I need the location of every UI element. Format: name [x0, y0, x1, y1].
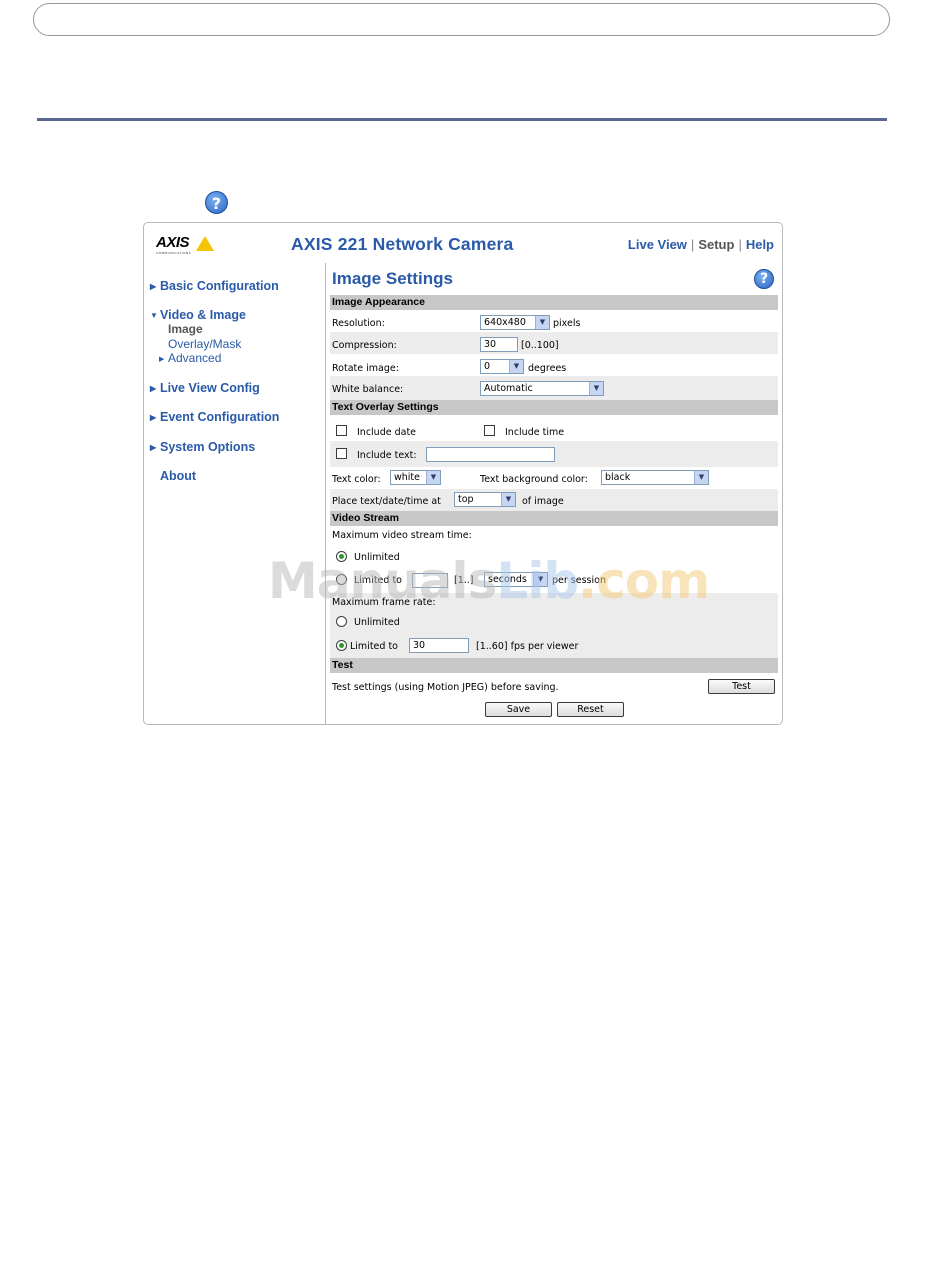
section-video-stream: Video Stream — [330, 511, 778, 526]
row-rotate: Rotate image: 0 ▼ degrees — [332, 359, 567, 374]
camera-web-page: AXIS COMMUNICATIONS AXIS 221 Network Cam… — [143, 222, 783, 725]
row-white-balance: White balance: Automatic ▼ — [330, 376, 778, 400]
sidebar-item-system-options[interactable]: ▶ System Options — [150, 440, 255, 454]
sidebar-item-advanced[interactable]: ▶ Advanced — [159, 351, 221, 365]
compression-input[interactable]: 30 — [480, 337, 518, 352]
test-button[interactable]: Test — [708, 679, 775, 694]
row-test: Test settings (using Motion JPEG) before… — [330, 673, 778, 723]
chevron-down-icon: ▼ — [589, 382, 603, 395]
frame-rate-input[interactable]: 30 — [409, 638, 469, 653]
watermark: ManualsLib.com — [268, 552, 710, 610]
chevron-down-icon: ▼ — [426, 471, 440, 484]
frame-rate-limited-radio[interactable] — [336, 640, 347, 651]
row-text-position: Place text/date/time at top ▼ of image — [330, 489, 778, 511]
caret-right-icon: ▶ — [150, 384, 157, 393]
section-text-overlay: Text Overlay Settings — [330, 400, 778, 415]
sidebar-item-event-configuration[interactable]: ▶ Event Configuration — [150, 410, 279, 424]
resolution-select[interactable]: 640x480 ▼ — [480, 315, 550, 330]
help-icon[interactable]: ? — [754, 269, 774, 289]
sidebar-item-basic-configuration[interactable]: ▶ Basic Configuration — [150, 279, 279, 293]
include-text-checkbox[interactable] — [336, 448, 347, 459]
image-settings-panel: Image Settings ? Image Appearance Resolu… — [330, 263, 778, 724]
text-color-select[interactable]: white ▼ — [390, 470, 441, 485]
row-include-text: Include text: — [330, 441, 778, 467]
caret-right-icon: ▶ — [159, 356, 165, 363]
rotate-select[interactable]: 0 ▼ — [480, 359, 524, 374]
chevron-down-icon: ▼ — [509, 360, 523, 373]
caret-down-icon: ▼ — [150, 311, 158, 320]
reset-button[interactable]: Reset — [557, 702, 624, 717]
top-nav: Live View | Setup | Help — [627, 237, 774, 252]
caret-right-icon: ▶ — [150, 413, 157, 422]
text-position-select[interactable]: top ▼ — [454, 492, 516, 507]
sidebar-item-live-view-config[interactable]: ▶ Live View Config — [150, 381, 260, 395]
header-rule — [37, 118, 887, 121]
sidebar-item-video-image[interactable]: ▼ Video & Image — [150, 308, 246, 322]
nav-setup[interactable]: Setup — [698, 237, 734, 252]
overlay-text-input[interactable] — [426, 447, 555, 462]
page-title: Image Settings — [332, 269, 453, 288]
setup-sidebar: ▶ Basic Configuration ▼ Video & Image Imag… — [144, 263, 326, 724]
section-image-appearance: Image Appearance — [330, 295, 778, 310]
section-test: Test — [330, 658, 778, 673]
text-background-color-select[interactable]: black ▼ — [601, 470, 709, 485]
axis-logo: AXIS COMMUNICATIONS — [156, 234, 216, 258]
frame-rate-unlimited-radio[interactable] — [336, 616, 347, 627]
caret-right-icon: ▶ — [150, 282, 157, 291]
top-banner — [33, 3, 890, 36]
chevron-down-icon: ▼ — [501, 493, 515, 506]
row-include-date-time: Include date Include time — [330, 415, 778, 439]
page-header: AXIS COMMUNICATIONS AXIS 221 Network Cam… — [144, 223, 782, 263]
nav-help[interactable]: Help — [746, 237, 774, 252]
row-text-colors: Text color: white ▼ Text background color… — [330, 467, 778, 489]
row-resolution: Resolution: 640x480 ▼ pixels — [332, 315, 581, 330]
include-date-checkbox[interactable] — [336, 425, 347, 436]
camera-title: AXIS 221 Network Camera — [291, 234, 514, 254]
sidebar-item-image[interactable]: Image — [168, 322, 203, 336]
caret-right-icon: ▶ — [150, 443, 157, 452]
white-balance-select[interactable]: Automatic ▼ — [480, 381, 604, 396]
help-icon: ? — [205, 191, 228, 214]
sidebar-item-about[interactable]: About — [150, 469, 196, 483]
include-time-checkbox[interactable] — [484, 425, 495, 436]
save-button[interactable]: Save — [485, 702, 552, 717]
sidebar-item-overlay-mask[interactable]: Overlay/Mask — [168, 337, 241, 351]
chevron-down-icon: ▼ — [694, 471, 708, 484]
nav-live-view[interactable]: Live View — [628, 237, 687, 252]
chevron-down-icon: ▼ — [535, 316, 549, 329]
row-compression: Compression: 30 [0..100] — [330, 332, 778, 354]
